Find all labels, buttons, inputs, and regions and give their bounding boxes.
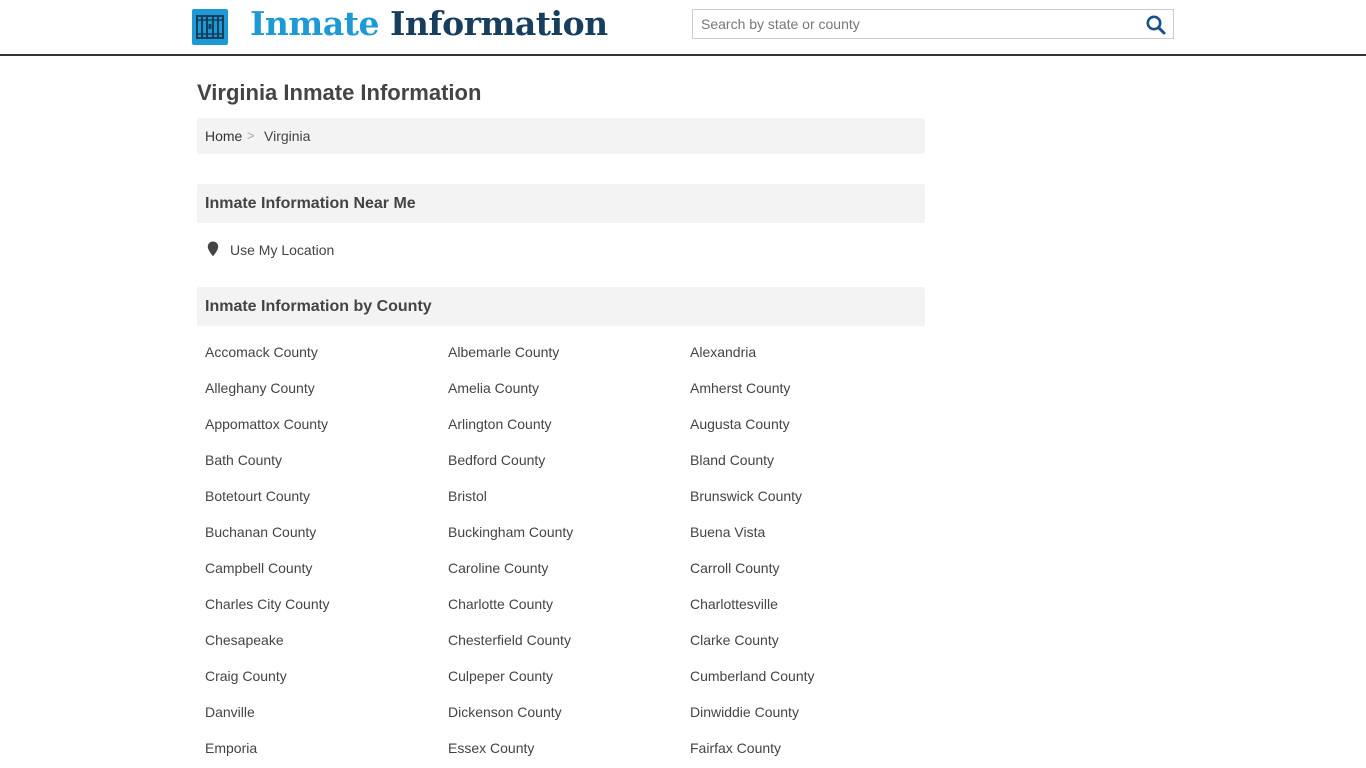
breadcrumb: Home > Virginia bbox=[197, 118, 925, 154]
map-pin-icon bbox=[207, 241, 219, 257]
county-link[interactable]: Carroll County bbox=[690, 550, 925, 586]
county-list: Accomack County Albemarle County Alexandri… bbox=[205, 334, 925, 766]
jail-cell-icon[interactable] bbox=[192, 9, 228, 45]
county-link[interactable]: Chesapeake bbox=[205, 622, 448, 658]
county-link[interactable]: Charlottesville bbox=[690, 586, 925, 622]
county-link[interactable]: Craig County bbox=[205, 658, 448, 694]
county-link[interactable]: Botetourt County bbox=[205, 478, 448, 514]
use-my-location-label: Use My Location bbox=[230, 242, 335, 258]
county-link[interactable]: Bath County bbox=[205, 442, 448, 478]
county-link[interactable]: Clarke County bbox=[690, 622, 925, 658]
county-link[interactable]: Essex County bbox=[448, 730, 690, 766]
breadcrumb-current: Virginia bbox=[264, 128, 311, 144]
county-link[interactable]: Albemarle County bbox=[448, 334, 690, 370]
county-link[interactable]: Buena Vista bbox=[690, 514, 925, 550]
near-me-heading-bar: Inmate Information Near Me bbox=[197, 184, 925, 223]
county-link[interactable]: Bristol bbox=[448, 478, 690, 514]
near-me-heading: Inmate Information Near Me bbox=[205, 195, 416, 212]
county-link[interactable]: Charlotte County bbox=[448, 586, 690, 622]
search-icon[interactable] bbox=[1145, 14, 1167, 36]
county-link[interactable]: Campbell County bbox=[205, 550, 448, 586]
county-link[interactable]: Appomattox County bbox=[205, 406, 448, 442]
site-logo[interactable]: Inmate Information bbox=[250, 4, 608, 43]
by-county-heading: Inmate Information by County bbox=[205, 298, 432, 315]
county-link[interactable]: Dinwiddie County bbox=[690, 694, 925, 730]
county-link[interactable]: Caroline County bbox=[448, 550, 690, 586]
county-link[interactable]: Brunswick County bbox=[690, 478, 925, 514]
county-link[interactable]: Dickenson County bbox=[448, 694, 690, 730]
breadcrumb-separator: > bbox=[247, 128, 255, 143]
breadcrumb-home-link[interactable]: Home bbox=[205, 118, 242, 154]
county-link[interactable]: Fairfax County bbox=[690, 730, 925, 766]
county-link[interactable]: Amherst County bbox=[690, 370, 925, 406]
county-link[interactable]: Alexandria bbox=[690, 334, 925, 370]
county-link[interactable]: Arlington County bbox=[448, 406, 690, 442]
county-link[interactable]: Bland County bbox=[690, 442, 925, 478]
county-link[interactable]: Amelia County bbox=[448, 370, 690, 406]
county-link[interactable]: Buckingham County bbox=[448, 514, 690, 550]
county-link[interactable]: Bedford County bbox=[448, 442, 690, 478]
county-link[interactable]: Alleghany County bbox=[205, 370, 448, 406]
page-title: Virginia Inmate Information bbox=[197, 80, 482, 105]
logo-word-information: Information bbox=[389, 4, 608, 43]
search-input[interactable] bbox=[693, 10, 1131, 38]
county-link[interactable]: Culpeper County bbox=[448, 658, 690, 694]
county-link[interactable]: Charles City County bbox=[205, 586, 448, 622]
search-box bbox=[692, 9, 1174, 39]
logo-word-inmate: Inmate bbox=[250, 4, 379, 43]
by-county-heading-bar: Inmate Information by County bbox=[197, 287, 925, 326]
county-link[interactable]: Cumberland County bbox=[690, 658, 925, 694]
site-header: Inmate Information bbox=[0, 0, 1366, 56]
county-link[interactable]: Buchanan County bbox=[205, 514, 448, 550]
county-link[interactable]: Chesterfield County bbox=[448, 622, 690, 658]
county-link[interactable]: Emporia bbox=[205, 730, 448, 766]
county-link[interactable]: Augusta County bbox=[690, 406, 925, 442]
county-link[interactable]: Accomack County bbox=[205, 334, 448, 370]
county-link[interactable]: Danville bbox=[205, 694, 448, 730]
